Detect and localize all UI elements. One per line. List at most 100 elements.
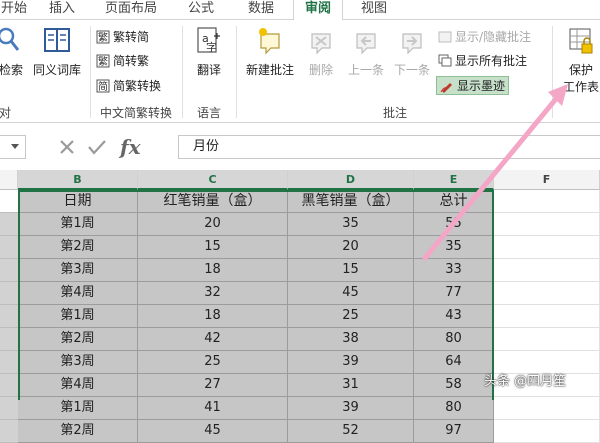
table-cell[interactable]: 35 xyxy=(288,213,414,236)
show-all-comments-button[interactable]: 显示所有批注 xyxy=(438,52,527,69)
book-icon xyxy=(44,28,70,52)
table-cell[interactable]: 第2周 xyxy=(18,420,138,443)
search-button[interactable]: 检索 xyxy=(0,26,26,78)
table-cell[interactable]: 15 xyxy=(288,259,414,282)
empty-cell[interactable] xyxy=(494,259,600,282)
corner-header[interactable] xyxy=(0,170,18,190)
table-cell[interactable]: 20 xyxy=(288,236,414,259)
table-cell[interactable]: 35 xyxy=(414,236,494,259)
table-cell[interactable]: 第3周 xyxy=(18,259,138,282)
tab-page-layout[interactable]: 页面布局 xyxy=(96,0,166,20)
table-header-cell[interactable]: 总计 xyxy=(414,190,494,213)
tab-review[interactable]: 审阅 xyxy=(293,0,343,21)
table-cell[interactable]: 80 xyxy=(414,328,494,351)
translate-button[interactable]: a 字 翻译 xyxy=(186,26,232,78)
to-traditional-button[interactable]: 繁 简转繁 xyxy=(96,52,149,69)
table-cell[interactable]: 42 xyxy=(138,328,288,351)
column-header-d[interactable]: D xyxy=(288,170,414,190)
new-comment-button[interactable]: 新建批注 xyxy=(240,26,300,78)
empty-cell[interactable] xyxy=(494,397,600,420)
show-hide-comment-button[interactable]: 显示/隐藏批注 xyxy=(438,28,531,45)
tab-insert[interactable]: 插入 xyxy=(40,0,84,20)
previous-comment-button[interactable]: 上一条 xyxy=(344,26,388,78)
table-header-cell[interactable]: 日期 xyxy=(18,190,138,213)
enter-check-icon[interactable] xyxy=(82,137,112,157)
table-cell[interactable]: 32 xyxy=(138,282,288,305)
table-header-cell[interactable]: 红笔销量（盒） xyxy=(138,190,288,213)
tab-view[interactable]: 视图 xyxy=(352,0,396,20)
empty-cell[interactable] xyxy=(494,236,600,259)
row-header[interactable] xyxy=(0,213,18,236)
table-cell[interactable]: 18 xyxy=(138,259,288,282)
next-comment-button[interactable]: 下一条 xyxy=(390,26,434,78)
show-ink-button[interactable]: 显示墨迹 xyxy=(436,76,510,95)
table-cell[interactable]: 第2周 xyxy=(18,236,138,259)
table-cell[interactable]: 64 xyxy=(414,351,494,374)
table-cell[interactable]: 38 xyxy=(288,328,414,351)
table-cell[interactable]: 77 xyxy=(414,282,494,305)
table-cell[interactable]: 41 xyxy=(138,397,288,420)
table-cell[interactable]: 第4周 xyxy=(18,282,138,305)
table-cell[interactable]: 80 xyxy=(414,397,494,420)
conversion-options-button[interactable]: 简 简繁转换 xyxy=(96,77,161,94)
row-header[interactable] xyxy=(0,420,18,443)
column-header-b[interactable]: B xyxy=(18,170,138,190)
table-cell[interactable]: 52 xyxy=(288,420,414,443)
tab-home[interactable]: 开始 xyxy=(0,0,34,20)
thesaurus-button[interactable]: 同义词库 xyxy=(30,26,84,78)
cancel-icon[interactable] xyxy=(52,137,82,157)
dropdown-icon xyxy=(11,144,19,149)
table-cell[interactable]: 25 xyxy=(138,351,288,374)
row-header[interactable] xyxy=(0,259,18,282)
row-header[interactable] xyxy=(0,305,18,328)
empty-cell[interactable] xyxy=(494,190,600,213)
table-cell[interactable]: 第1周 xyxy=(18,213,138,236)
table-cell[interactable]: 27 xyxy=(138,374,288,397)
table-cell[interactable]: 18 xyxy=(138,305,288,328)
row-header[interactable] xyxy=(0,190,18,213)
table-cell[interactable]: 58 xyxy=(414,374,494,397)
table-cell[interactable]: 第3周 xyxy=(18,351,138,374)
table-cell[interactable]: 20 xyxy=(138,213,288,236)
table-cell[interactable]: 39 xyxy=(288,351,414,374)
table-cell[interactable]: 45 xyxy=(288,282,414,305)
table-cell[interactable]: 55 xyxy=(414,213,494,236)
column-header-c[interactable]: C xyxy=(138,170,288,190)
protect-sheet-button[interactable]: 保护 工作表 xyxy=(556,26,600,95)
table-cell[interactable]: 第1周 xyxy=(18,305,138,328)
column-header-e[interactable]: E xyxy=(414,170,494,190)
empty-cell[interactable] xyxy=(494,282,600,305)
insert-function-icon[interactable]: fx xyxy=(120,135,141,159)
empty-cell[interactable] xyxy=(494,420,600,443)
table-cell[interactable]: 97 xyxy=(414,420,494,443)
to-simplified-button[interactable]: 繁 繁转简 xyxy=(96,28,149,45)
row-header[interactable] xyxy=(0,236,18,259)
formula-input[interactable]: 月份 xyxy=(178,135,600,159)
tab-formulas[interactable]: 公式 xyxy=(176,0,226,20)
row-header[interactable] xyxy=(0,374,18,397)
table-cell[interactable]: 33 xyxy=(414,259,494,282)
table-cell[interactable]: 39 xyxy=(288,397,414,420)
translate-icon: a 字 xyxy=(197,27,220,54)
empty-cell[interactable] xyxy=(494,213,600,236)
tab-data[interactable]: 数据 xyxy=(236,0,286,20)
row-header[interactable] xyxy=(0,397,18,420)
empty-cell[interactable] xyxy=(494,328,600,351)
table-cell[interactable]: 31 xyxy=(288,374,414,397)
table-cell[interactable]: 15 xyxy=(138,236,288,259)
table-header-cell[interactable]: 黑笔销量（盒） xyxy=(288,190,414,213)
table-cell[interactable]: 25 xyxy=(288,305,414,328)
ribbon: 检索 同义词库 对 繁 繁转简 繁 简转繁 简 简繁转换 中文简繁转换 a 字 xyxy=(0,20,600,123)
name-box[interactable] xyxy=(0,135,26,159)
table-cell[interactable]: 第2周 xyxy=(18,328,138,351)
row-header[interactable] xyxy=(0,282,18,305)
row-header[interactable] xyxy=(0,351,18,374)
column-header-f[interactable]: F xyxy=(494,170,600,190)
table-cell[interactable]: 45 xyxy=(138,420,288,443)
table-cell[interactable]: 第1周 xyxy=(18,397,138,420)
delete-comment-button[interactable]: 删除 xyxy=(302,26,340,78)
row-header[interactable] xyxy=(0,328,18,351)
table-cell[interactable]: 第4周 xyxy=(18,374,138,397)
table-cell[interactable]: 43 xyxy=(414,305,494,328)
empty-cell[interactable] xyxy=(494,305,600,328)
